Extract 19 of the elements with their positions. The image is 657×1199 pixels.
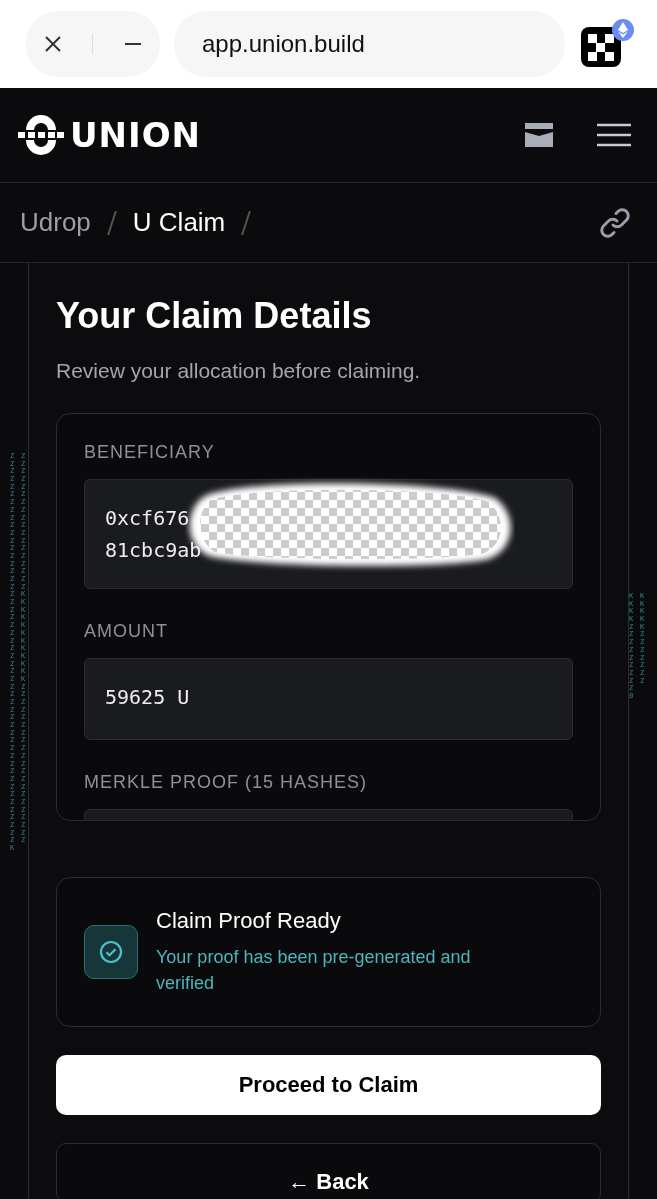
- card-title: Your Claim Details: [56, 295, 373, 337]
- link-icon[interactable]: [599, 206, 631, 239]
- value-field: 59625 U: [84, 658, 573, 740]
- field-label: MERKLE PROOF (15 HASHES): [84, 772, 369, 793]
- logo-icon: [18, 112, 64, 158]
- status-message: Your proof has been pre-generated and verified: [156, 946, 472, 995]
- wallet-icon[interactable]: [525, 123, 553, 147]
- field-label: AMOUNT: [84, 621, 169, 642]
- status-title: Claim Proof Ready: [156, 908, 342, 934]
- field-label: BENEFICIARY: [84, 442, 216, 463]
- breadcrumb-link[interactable]: U Claim: [132, 207, 226, 238]
- address-bar[interactable]: app.union.build: [174, 11, 565, 77]
- menu-icon[interactable]: [597, 123, 631, 147]
- value-field: 0xcf676 81cbc9ab: [84, 479, 573, 589]
- breadcrumb-link[interactable]: Udrop: [20, 207, 91, 238]
- logo-text: UNION: [70, 115, 202, 155]
- card-subtitle: Review your allocation before claiming.: [56, 359, 422, 383]
- back-button[interactable]: ← Back: [56, 1143, 601, 1199]
- proceed-button[interactable]: Proceed to Claim: [56, 1055, 601, 1115]
